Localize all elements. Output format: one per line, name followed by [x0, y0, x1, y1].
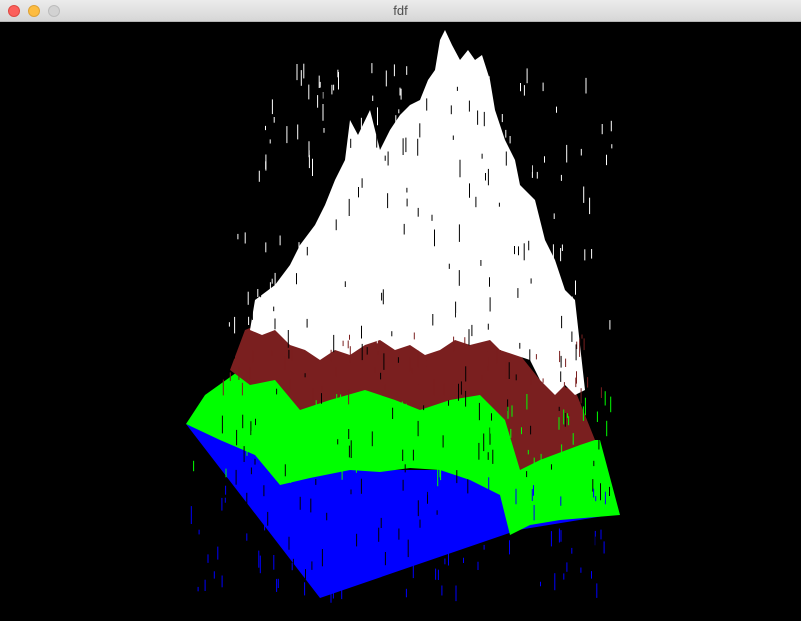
- terrain-mesh: [186, 30, 620, 603]
- window-title: fdf: [393, 3, 408, 18]
- title-bar[interactable]: fdf: [0, 0, 801, 22]
- render-canvas: [0, 22, 801, 621]
- app-window: fdf: [0, 0, 801, 621]
- terrain-wireframe: [186, 30, 620, 603]
- peak-region: [250, 30, 585, 395]
